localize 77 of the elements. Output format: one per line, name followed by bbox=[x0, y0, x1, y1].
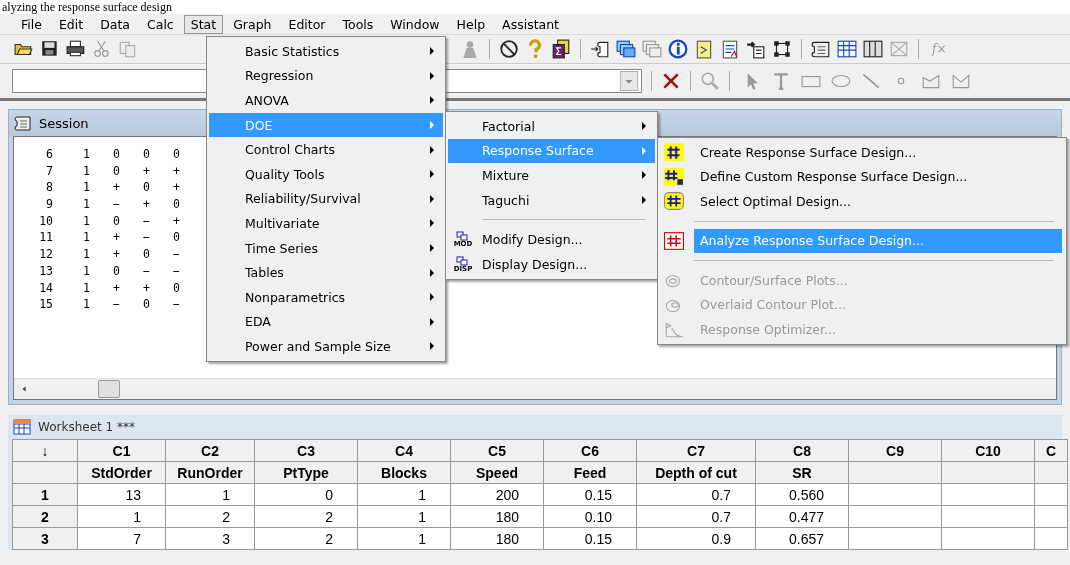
output-value: + bbox=[112, 280, 121, 297]
caption-text: alyzing the response surface design bbox=[0, 0, 1070, 14]
table-cell: 13 bbox=[77, 483, 166, 506]
output-value: 1 bbox=[82, 230, 91, 247]
output-value: 8 bbox=[45, 180, 54, 197]
table-cell: 1 bbox=[357, 483, 451, 506]
table-cell: 200 bbox=[450, 483, 544, 506]
table-cell: 180 bbox=[450, 505, 544, 528]
output-value: 0 bbox=[112, 147, 121, 163]
output-value: + bbox=[142, 163, 151, 180]
table-cell: 0.560 bbox=[755, 483, 849, 506]
output-value: − bbox=[112, 297, 121, 314]
output-value: 7 bbox=[45, 163, 54, 180]
table-cell: 0.9 bbox=[636, 527, 756, 550]
table-cell: 0.10 bbox=[543, 505, 637, 528]
output-value: 0 bbox=[172, 230, 181, 247]
table-cell: 180 bbox=[450, 527, 544, 550]
table-cell: 1 bbox=[77, 505, 166, 528]
output-value: 0 bbox=[142, 247, 151, 264]
output-value: 11 bbox=[38, 230, 54, 247]
output-value: + bbox=[112, 230, 121, 247]
output-value: + bbox=[172, 180, 181, 197]
output-value: + bbox=[142, 280, 151, 297]
output-value: − bbox=[142, 213, 151, 230]
output-value: − bbox=[112, 197, 121, 214]
output-value: 1 bbox=[82, 280, 91, 297]
table-cell: 2 bbox=[254, 527, 358, 550]
output-value: 12 bbox=[38, 247, 54, 264]
output-value: 1 bbox=[82, 180, 91, 197]
table-cell: 0 bbox=[254, 483, 358, 506]
table-cell: 0.7 bbox=[636, 483, 756, 506]
output-value: 1 bbox=[82, 297, 91, 314]
output-value: 0 bbox=[172, 147, 181, 163]
output-value: 1 bbox=[82, 147, 91, 163]
table-cell: 3 bbox=[165, 527, 255, 550]
table-cell: 1 bbox=[357, 527, 451, 550]
output-value: − bbox=[142, 230, 151, 247]
table-cell: 0.15 bbox=[543, 483, 637, 506]
output-value: 1 bbox=[82, 213, 91, 230]
output-value: 0 bbox=[172, 280, 181, 297]
output-value: 1 bbox=[82, 197, 91, 214]
output-value: 0 bbox=[172, 197, 181, 214]
output-value: − bbox=[172, 247, 181, 264]
output-value: 0 bbox=[112, 163, 121, 180]
output-value: 0 bbox=[142, 147, 151, 163]
output-value: 0 bbox=[142, 297, 151, 314]
table-cell: 1 bbox=[165, 483, 255, 506]
output-value: + bbox=[172, 213, 181, 230]
output-value: 1 bbox=[82, 247, 91, 264]
output-value: + bbox=[172, 163, 181, 180]
output-value: 9 bbox=[45, 197, 54, 214]
table-cell: 2 bbox=[254, 505, 358, 528]
output-value: 6 bbox=[45, 147, 54, 163]
output-value: 0 bbox=[112, 213, 121, 230]
table-cell: 1 bbox=[357, 505, 451, 528]
output-value: 1 bbox=[82, 163, 91, 180]
output-value: + bbox=[142, 197, 151, 214]
output-value: + bbox=[112, 247, 121, 264]
window-title: Worksheet 1 *** bbox=[38, 420, 135, 434]
output-value: − bbox=[172, 297, 181, 314]
output-value: + bbox=[112, 180, 121, 197]
table-cell: 0.657 bbox=[755, 527, 849, 550]
table-cell: 0.477 bbox=[755, 505, 849, 528]
output-value: 15 bbox=[38, 297, 54, 314]
window-title: Session bbox=[39, 115, 89, 131]
output-value: 10 bbox=[38, 213, 54, 230]
table-cell: 7 bbox=[77, 527, 166, 550]
table-cell: 0.7 bbox=[636, 505, 756, 528]
output-value: 1 bbox=[82, 263, 91, 280]
output-value: 13 bbox=[38, 263, 54, 280]
output-value: 0 bbox=[142, 180, 151, 197]
table-cell: 2 bbox=[165, 505, 255, 528]
output-value: 0 bbox=[112, 263, 121, 280]
table-cell: 0.15 bbox=[543, 527, 637, 550]
output-value: − bbox=[172, 263, 181, 280]
output-value: 14 bbox=[38, 280, 54, 297]
output-value: − bbox=[142, 263, 151, 280]
